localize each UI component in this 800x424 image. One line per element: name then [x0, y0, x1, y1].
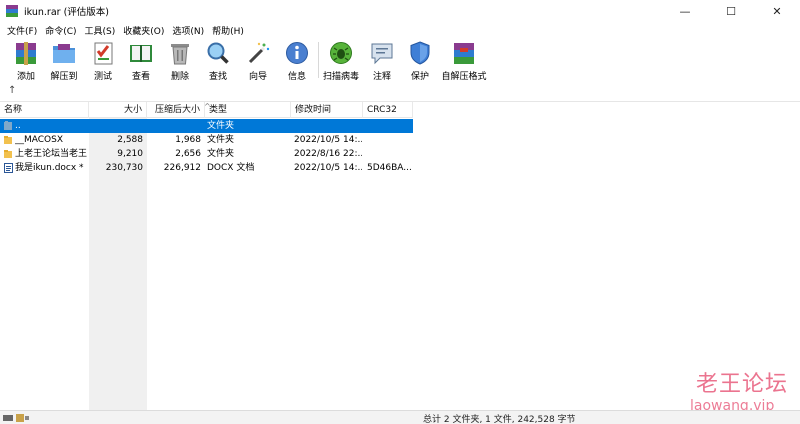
file-packed-size — [147, 119, 201, 133]
status-bar: 总计 2 文件夹, 1 文件, 242,528 字节 — [0, 410, 800, 424]
column-header-name[interactable]: 名称 — [0, 102, 89, 118]
menu-bar: 文件(F) 命令(C) 工具(S) 收藏夹(O) 选项(N) 帮助(H) — [0, 22, 800, 38]
status-summary: 总计 2 文件夹, 1 文件, 242,528 字节 — [423, 415, 576, 424]
magic-wand-icon — [245, 40, 271, 66]
navigation-row: ↑ — [0, 82, 800, 102]
folder-icon — [4, 135, 13, 145]
title-bar: ikun.rar (评估版本) — ☐ ✕ — [0, 0, 800, 22]
file-crc: 5D46BA... — [367, 163, 411, 173]
virus-scan-button[interactable]: 扫描病毒 — [322, 40, 360, 82]
folder-icon — [4, 149, 13, 159]
test-checklist-icon — [90, 40, 116, 66]
table-row[interactable]: .. 文件夹 — [0, 119, 413, 133]
file-name: .. — [15, 121, 21, 131]
find-button[interactable]: 查找 — [205, 40, 231, 82]
file-packed-size: 226,912 — [163, 163, 201, 173]
file-type: 文件夹 — [207, 135, 235, 145]
file-modified: 2022/10/5 14:... — [294, 135, 362, 145]
file-modified: 2022/10/5 14:... — [294, 163, 362, 173]
column-header-size[interactable]: ^ 大小 — [89, 102, 211, 118]
list-header: 名称 ^ 大小 压缩后大小 类型 修改时间 CRC32 — [0, 102, 413, 118]
add-archive-icon — [13, 40, 39, 66]
menu-commands[interactable]: 命令(C) — [41, 24, 80, 37]
file-crc — [367, 133, 411, 147]
test-button[interactable]: 测试 — [90, 40, 116, 82]
extract-folder-icon — [51, 40, 77, 66]
toolbar: 添加 解压到 测试 查看 删除 查找 向导 信息 扫描病毒 注释 保护 自解压格… — [0, 38, 800, 82]
docx-icon — [4, 163, 13, 173]
wizard-button[interactable]: 向导 — [245, 40, 271, 82]
column-header-modified[interactable]: 修改时间 — [291, 102, 363, 118]
winrar-app-icon — [6, 5, 18, 17]
file-name: 上老王论坛当老王 — [15, 149, 87, 159]
info-button[interactable]: 信息 — [284, 40, 310, 82]
close-button[interactable]: ✕ — [754, 0, 800, 22]
magnifier-icon — [205, 40, 231, 66]
file-modified: 2022/8/16 22:... — [294, 149, 362, 159]
up-arrow-icon[interactable]: ↑ — [8, 85, 16, 96]
file-packed-size: 2,656 — [175, 149, 201, 159]
close-icon: ✕ — [772, 4, 782, 18]
table-row[interactable]: 上老王论坛当老王 9,210 2,656 文件夹 2022/8/16 22:..… — [0, 147, 413, 161]
file-size: 2,588 — [117, 135, 143, 145]
menu-help[interactable]: 帮助(H) — [208, 24, 248, 37]
maximize-icon: ☐ — [726, 4, 736, 18]
trash-icon — [167, 40, 193, 66]
window-title: ikun.rar (评估版本) — [24, 7, 109, 18]
file-size: 9,210 — [117, 149, 143, 159]
file-packed-size: 1,968 — [175, 135, 201, 145]
status-drive-icon — [3, 414, 29, 422]
file-modified — [294, 119, 362, 133]
extract-to-button[interactable]: 解压到 — [49, 40, 79, 82]
file-name: __MACOSX — [15, 135, 64, 145]
minimize-button[interactable]: — — [662, 0, 708, 22]
file-type: 文件夹 — [207, 149, 235, 159]
file-size: 230,730 — [105, 163, 143, 173]
watermark-title: 老王论坛 — [696, 372, 789, 397]
minimize-icon: — — [679, 4, 691, 18]
column-header-crc[interactable]: CRC32 — [363, 102, 413, 118]
info-icon — [284, 40, 310, 66]
menu-tools[interactable]: 工具(S) — [81, 24, 120, 37]
view-book-icon — [128, 40, 154, 66]
comment-button[interactable]: 注释 — [369, 40, 395, 82]
add-button[interactable]: 添加 — [13, 40, 39, 82]
file-crc — [367, 147, 411, 161]
maximize-button[interactable]: ☐ — [708, 0, 754, 22]
file-list: 名称 ^ 大小 压缩后大小 类型 修改时间 CRC32 .. 文件夹 __MAC… — [0, 102, 800, 410]
virus-scan-icon — [328, 40, 354, 66]
file-type: 文件夹 — [207, 121, 235, 131]
column-header-type[interactable]: 类型 — [205, 102, 291, 118]
view-button[interactable]: 查看 — [128, 40, 154, 82]
table-row[interactable]: 我是ikun.docx * 230,730 226,912 DOCX 文档 20… — [0, 161, 413, 175]
comment-icon — [369, 40, 395, 66]
file-size — [89, 119, 143, 133]
sfx-archive-icon — [451, 40, 477, 66]
menu-favorites[interactable]: 收藏夹(O) — [119, 24, 168, 37]
table-row[interactable]: __MACOSX 2,588 1,968 文件夹 2022/10/5 14:..… — [0, 133, 413, 147]
parent-folder-icon — [4, 121, 13, 131]
delete-button[interactable]: 删除 — [167, 40, 193, 82]
column-header-packed[interactable]: 压缩后大小 — [147, 102, 205, 118]
shield-icon — [407, 40, 433, 66]
menu-file[interactable]: 文件(F) — [3, 24, 41, 37]
protect-button[interactable]: 保护 — [407, 40, 433, 82]
file-crc — [367, 119, 411, 133]
sfx-button[interactable]: 自解压格式 — [442, 40, 487, 82]
file-name: 我是ikun.docx * — [15, 163, 84, 173]
file-type: DOCX 文档 — [207, 163, 255, 173]
toolbar-separator — [318, 42, 319, 78]
menu-options[interactable]: 选项(N) — [168, 24, 208, 37]
